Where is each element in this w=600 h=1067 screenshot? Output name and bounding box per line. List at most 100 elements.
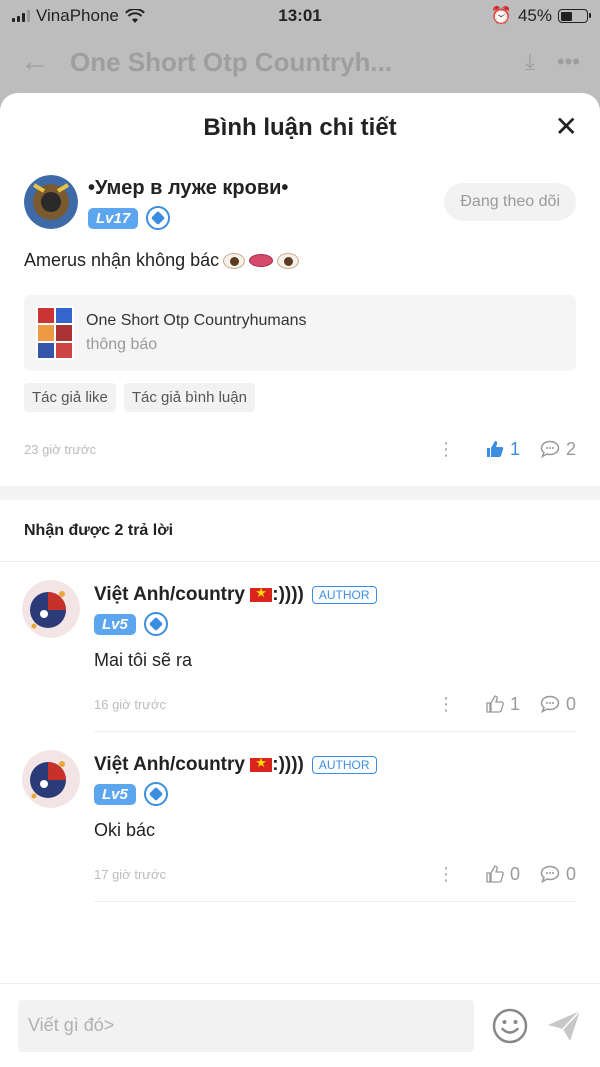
download-icon[interactable]: ⤓: [525, 49, 535, 75]
alarm-icon: ⏰: [490, 6, 512, 25]
thumbs-up-icon: [486, 695, 504, 713]
reply-meta: 17 giờ trước ⋮ 0 0: [94, 859, 576, 889]
avatar[interactable]: [24, 175, 78, 229]
signal-icon: [12, 10, 30, 22]
lips-icon: [249, 254, 274, 267]
author-badge: AUTHOR: [311, 756, 377, 774]
reply-item: Việt Anh/country :)))) AUTHOR Lv5 Oki bá…: [0, 732, 600, 902]
reply-name-row: Việt Anh/country :)))) AUTHOR: [94, 584, 576, 606]
username[interactable]: •Умер в луже крови•: [88, 177, 444, 200]
more-vertical-icon[interactable]: ⋮: [426, 694, 466, 715]
username-suffix: :)))): [272, 754, 304, 775]
like-count: 1: [509, 693, 520, 714]
more-vertical-icon[interactable]: ⋮: [426, 439, 466, 460]
post-thumbnail: [36, 306, 74, 360]
reply-button[interactable]: 2: [540, 439, 576, 460]
comment-input[interactable]: [18, 999, 474, 1052]
close-icon[interactable]: ✕: [555, 113, 578, 141]
wifi-icon: [124, 8, 145, 23]
comment-header: •Умер в луже крови• Lv17 Đang theo dõi: [24, 175, 576, 230]
app-bar-actions: ⤓ •••: [525, 49, 580, 75]
post-info: One Short Otp Countryhumans thông báo: [86, 312, 307, 354]
app-bar: ← One Short Otp Countryh... ⤓ •••: [0, 38, 600, 86]
level-badge: Lv17: [88, 207, 139, 229]
section-divider: [0, 486, 600, 500]
like-count: 1: [509, 438, 520, 459]
gem-badge-icon: [143, 612, 168, 636]
reply-item: Việt Anh/country :)))) AUTHOR Lv5 Mai tô…: [0, 562, 600, 732]
timestamp: 17 giờ trước: [94, 866, 166, 882]
vietnam-flag-icon: [250, 585, 273, 602]
username[interactable]: Việt Anh/country :)))): [94, 754, 304, 776]
reply-body: Việt Anh/country :)))) AUTHOR Lv5 Mai tô…: [94, 580, 576, 732]
avatar[interactable]: [22, 750, 80, 808]
more-vertical-icon[interactable]: ⋮: [426, 864, 466, 885]
user-badges: Lv5: [94, 612, 576, 636]
status-bar: VinaPhone 13:01 ⏰ 45%: [0, 0, 600, 32]
level-badge: Lv5: [94, 783, 136, 805]
reply-button[interactable]: 0: [540, 694, 576, 715]
carrier-label: VinaPhone: [36, 6, 119, 25]
reply-body: Việt Anh/country :)))) AUTHOR Lv5 Oki bá…: [94, 750, 576, 902]
reply-button[interactable]: 0: [540, 864, 576, 885]
reply-text: Mai tôi sẽ ra: [94, 650, 193, 670]
comment-count: 0: [565, 693, 576, 714]
back-arrow-icon[interactable]: ←: [20, 45, 70, 79]
like-count: 0: [509, 863, 520, 884]
battery-icon: [558, 9, 591, 23]
comment-bubble-icon: [540, 440, 560, 458]
comment-input-bar: [0, 983, 600, 1067]
author-badge: AUTHOR: [311, 586, 377, 604]
gem-badge-icon: [143, 782, 168, 806]
user-badges: Lv17: [88, 206, 444, 230]
comment-text-content: Amerus nhận không bác: [24, 250, 220, 270]
like-button[interactable]: 1: [486, 439, 520, 460]
battery-fill: [560, 11, 572, 21]
tag-author-like: Tác giả like: [24, 383, 116, 412]
level-badge: Lv5: [94, 613, 136, 635]
main-comment: •Умер в луже крови• Lv17 Đang theo dõi A…: [0, 163, 600, 464]
follow-button[interactable]: Đang theo dõi: [444, 183, 576, 221]
comment-bubble-icon: [540, 695, 560, 713]
post-subtitle: thông báo: [86, 336, 158, 353]
username-text: Việt Anh/country: [94, 584, 245, 605]
comment-text: Amerus nhận không bác: [24, 250, 576, 271]
timestamp: 16 giờ trước: [94, 696, 166, 712]
tag-author-comment: Tác giả bình luận: [123, 383, 255, 412]
reply-name-row: Việt Anh/country :)))) AUTHOR: [94, 754, 576, 776]
reply-text: Oki bác: [94, 820, 156, 840]
comment-bubble-icon: [540, 865, 560, 883]
username-text: Việt Anh/country: [94, 754, 245, 775]
like-button[interactable]: 0: [486, 864, 520, 885]
gem-badge-icon: [146, 206, 171, 230]
thumbs-up-icon: [486, 865, 504, 883]
username[interactable]: Việt Anh/country :)))): [94, 584, 304, 606]
username-suffix: :)))): [272, 584, 304, 605]
sheet-title: Bình luận chi tiết: [203, 114, 397, 141]
more-options-icon[interactable]: •••: [557, 49, 580, 75]
eye-icon: [223, 252, 246, 269]
app-bar-title: One Short Otp Countryh...: [70, 46, 393, 77]
like-button[interactable]: 1: [486, 694, 520, 715]
send-icon[interactable]: [546, 1008, 582, 1044]
post-title: One Short Otp Countryhumans: [86, 312, 307, 329]
comment-count: 2: [565, 438, 576, 459]
avatar[interactable]: [22, 580, 80, 638]
status-right: ⏰ 45%: [490, 6, 591, 26]
emoji-icon[interactable]: [492, 1008, 528, 1044]
tag-list: Tác giả like Tác giả bình luận: [24, 383, 576, 412]
replies-header: Nhận được 2 trả lời: [0, 500, 600, 562]
vietnam-flag-icon: [250, 755, 273, 772]
user-badges: Lv5: [94, 782, 576, 806]
linked-post-card[interactable]: One Short Otp Countryhumans thông báo: [24, 295, 576, 371]
user-info: •Умер в луже крови• Lv17: [88, 175, 444, 230]
thumbs-up-icon: [486, 441, 504, 457]
comment-meta: 23 giờ trước ⋮ 1 2: [24, 434, 576, 464]
timestamp: 23 giờ trước: [24, 441, 96, 457]
eye-icon: [277, 252, 300, 269]
reply-meta: 16 giờ trước ⋮ 1 0: [94, 689, 576, 719]
comment-detail-sheet: Bình luận chi tiết ✕ •Умер в луже крови•…: [0, 93, 600, 1067]
battery-percent: 45%: [517, 6, 552, 25]
comment-count: 0: [565, 863, 576, 884]
status-left: VinaPhone: [12, 6, 145, 26]
